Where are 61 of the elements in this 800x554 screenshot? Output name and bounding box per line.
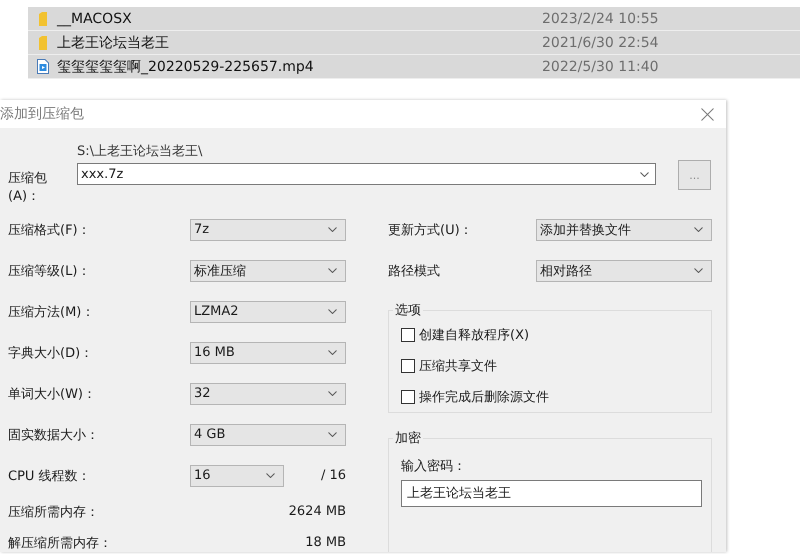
field-label: 路径模式 [388,262,441,280]
file-date: 2021/6/30 22:54 [542,34,659,50]
file-row[interactable]: 玺玺玺玺玺啊_20220529-225657.mp4 2022/5/30 11:40 [28,55,800,79]
dropdown[interactable]: 添加并替换文件 [536,218,712,240]
checkbox-label: 创建自释放程序(X) [419,326,530,344]
file-date: 2022/5/30 11:40 [542,58,659,74]
file-row[interactable]: 上老王论坛当老王 2021/6/30 22:54 [28,31,800,55]
file-name: __MACOSX [57,10,133,26]
field-label: 压缩方法(M)： [8,304,96,320]
checkbox[interactable] [401,358,415,372]
dropdown[interactable]: 32 [190,382,346,404]
dropdown[interactable]: 标准压缩 [190,260,346,282]
field-label: CPU 线程数： [8,468,92,484]
chevron-icon [266,473,275,478]
memory-label: 解压缩所需内存： [8,534,112,552]
chevron-icon [328,309,337,314]
group-title: 选项 [394,302,422,319]
chevron-icon [328,268,337,273]
group-title: 加密 [394,430,422,447]
password-field[interactable]: 上老王论坛当老王 [401,480,702,507]
checkbox-label: 压缩共享文件 [419,358,497,374]
dropdown[interactable]: 7z [190,218,346,240]
file-name: 上老王论坛当老王 [57,34,170,52]
field-label: 单词大小(W)： [8,386,97,402]
chevron-icon [328,432,337,437]
field-label: 输入密码： [401,458,467,475]
folder-icon [38,12,46,26]
file-name: 玺玺玺玺玺啊_20220529-225657.mp4 [57,58,315,76]
thread-total: / 16 [320,468,346,483]
field-label: 压缩等级(L)： [8,262,92,280]
dropdown[interactable]: 16 MB [190,342,346,364]
archive-name-combo[interactable]: xxx.7z [77,163,656,185]
file-row[interactable]: __MACOSX 2023/2/24 10:55 [28,7,800,31]
chevron-icon [694,227,703,232]
checkbox[interactable] [401,390,415,404]
close-button[interactable] [701,108,714,120]
field-label: 固实数据大小： [8,426,100,444]
chevron-icon [328,391,337,396]
chevron-icon [694,268,703,273]
folder-icon [38,36,46,50]
dropdown[interactable]: 16 [190,464,284,486]
field-label: 压缩包(A)： [8,170,48,205]
field-label: 更新方式(U)： [388,222,474,238]
dropdown[interactable]: 4 GB [190,424,346,446]
file-date: 2023/2/24 10:55 [542,10,659,26]
field-label: 字典大小(D)： [8,344,94,362]
field-label: 压缩格式(F)： [8,222,92,238]
memory-value: 2624 MB [288,504,346,519]
memory-label: 压缩所需内存： [8,504,99,520]
checkbox-label: 操作完成后删除源文件 [419,388,549,406]
archive-path: S:\上老王论坛当老王\ [77,144,204,160]
dropdown[interactable]: 相对路径 [536,260,712,282]
checkbox[interactable] [401,328,415,342]
dropdown[interactable]: LZMA2 [190,300,346,322]
memory-value: 18 MB [305,535,346,550]
video-file-icon [36,59,48,74]
chevron-icon [640,172,649,176]
chevron-icon [328,227,337,232]
chevron-icon [328,350,337,355]
close-icon [701,108,714,120]
dialog-title: 添加到压缩包 [0,105,84,123]
